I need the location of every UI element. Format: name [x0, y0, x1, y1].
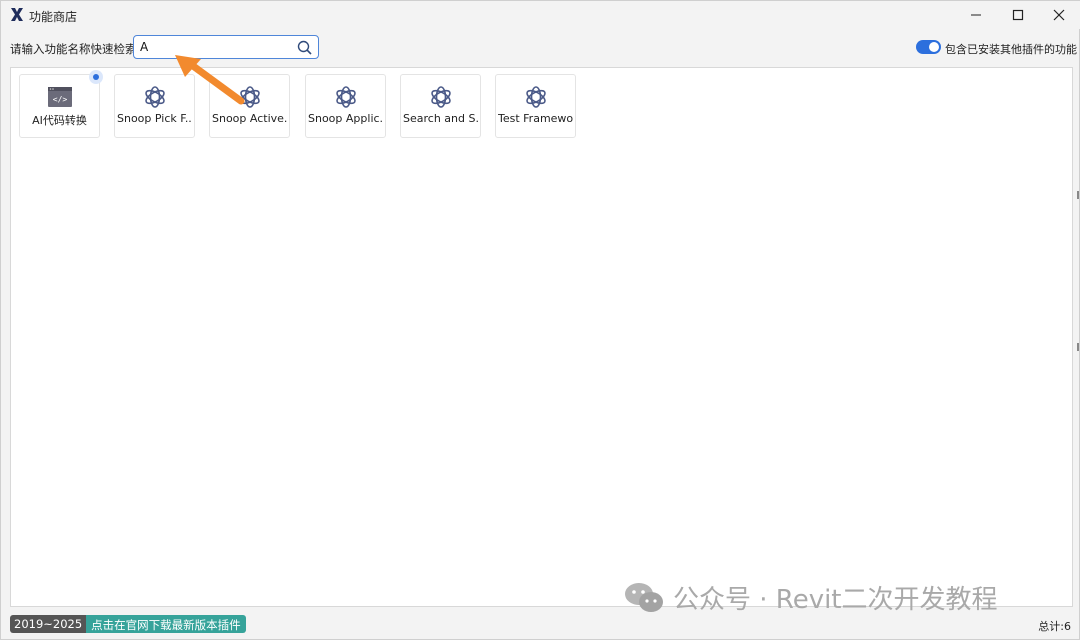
feature-card-snoop-application[interactable]: Snoop Applic... [305, 74, 386, 138]
new-badge-dot [89, 70, 103, 84]
code-window-icon: </> [48, 87, 72, 107]
maximize-icon [1012, 9, 1024, 21]
feature-card-label: Snoop Pick F... [117, 112, 192, 125]
feature-grid: </> AI代码转换 Snoop Pick F... Snoop Active.… [10, 67, 1073, 607]
resize-mark [1077, 191, 1079, 199]
feature-card-ai-code[interactable]: </> AI代码转换 [19, 74, 100, 138]
include-installed-toggle[interactable] [916, 40, 941, 54]
annotation-arrow-icon [175, 55, 245, 105]
feature-card-label: AI代码转换 [32, 114, 87, 127]
version-tag: 2019~2025 点击在官网下载最新版本插件 [10, 615, 246, 633]
feature-card-label: Snoop Active... [212, 112, 287, 125]
title-bar: 功能商店 [1, 1, 1080, 29]
close-button[interactable] [1039, 1, 1079, 29]
feature-card-search-and-select[interactable]: Search and S... [400, 74, 481, 138]
download-latest-link[interactable]: 点击在官网下载最新版本插件 [86, 615, 246, 633]
feature-card-test-framework[interactable]: Test Framewo... [495, 74, 576, 138]
minimize-icon [971, 14, 981, 16]
include-installed-label: 包含已安装其他插件的功能 [945, 43, 1077, 56]
wechat-icon [625, 582, 663, 612]
minimize-button[interactable] [956, 1, 996, 29]
search-label: 请输入功能名称快速检索: [10, 42, 141, 56]
close-icon [1053, 9, 1065, 21]
toggle-knob [929, 42, 939, 52]
maximize-button[interactable] [998, 1, 1038, 29]
feature-card-label: Snoop Applic... [308, 112, 383, 125]
version-range: 2019~2025 [10, 615, 87, 633]
resize-mark [1077, 343, 1079, 351]
window-title: 功能商店 [29, 10, 78, 24]
app-logo-icon [11, 8, 23, 21]
search-icon[interactable] [297, 40, 312, 55]
app-window: 功能商店 请输入功能名称快速检索: 包含已安装其他插件的功能 [0, 0, 1080, 640]
openai-icon [431, 86, 451, 108]
feature-card-label: Search and S... [403, 112, 478, 125]
feature-card-label: Test Framewo... [498, 112, 573, 125]
total-count: 总计:6 [1038, 620, 1071, 633]
watermark-text: 公众号 · Revit二次开发教程 [673, 585, 998, 615]
openai-icon [145, 86, 165, 108]
openai-icon [336, 86, 356, 108]
watermark: 公众号 · Revit二次开发教程 [623, 579, 998, 616]
svg-text:</>: </> [53, 95, 68, 104]
openai-icon [526, 86, 546, 108]
